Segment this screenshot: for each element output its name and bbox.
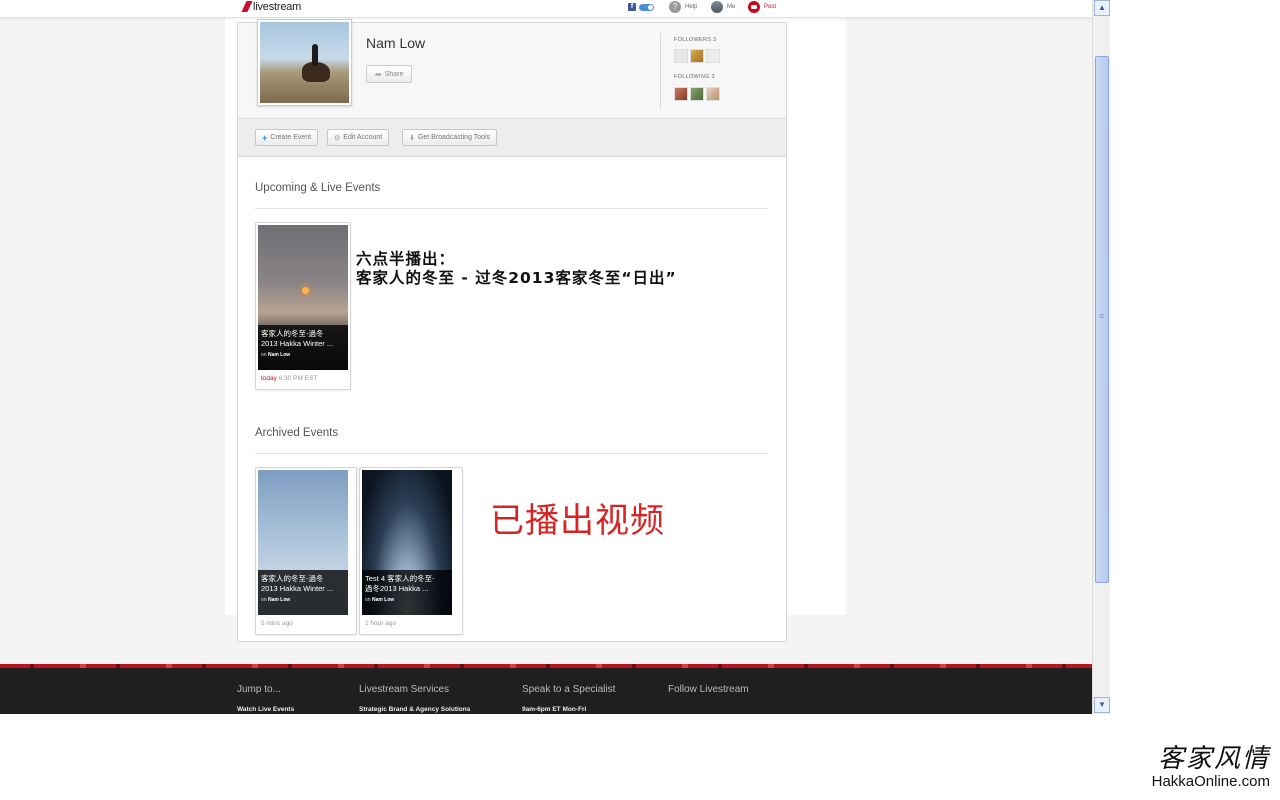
- footer-specialist-heading: Speak to a Specialist: [522, 684, 616, 695]
- user-avatar-icon: [711, 1, 723, 13]
- following-thumbnails: [674, 87, 720, 101]
- archived-section-title: Archived Events: [255, 427, 339, 439]
- watermark-chinese: 客家风情: [1157, 744, 1270, 774]
- footer-jump-to-heading: Jump to...: [237, 684, 281, 695]
- get-broadcasting-tools-button[interactable]: ⬇ Get Broadcasting Tools: [402, 129, 498, 146]
- get-tools-label: Get Broadcasting Tools: [417, 134, 491, 141]
- event-title-line1: 客家人的冬至-過冬: [261, 574, 324, 583]
- create-event-button[interactable]: + Create Event: [255, 129, 319, 146]
- event-title-line2: 2013 Hakka Winter ...: [261, 584, 334, 593]
- upcoming-event-card[interactable]: 客家人的冬至-過冬 2013 Hakka Winter ... on Nam L…: [255, 222, 351, 390]
- edit-account-button[interactable]: ⚙ Edit Account: [327, 129, 390, 146]
- footer-services-heading: Livestream Services: [359, 684, 450, 695]
- edit-account-label: Edit Account: [343, 134, 383, 141]
- follower-avatar[interactable]: [674, 49, 688, 63]
- event-thumbnail[interactable]: Test 4 客家人的冬至- 過冬2013 Hakka ... on Nam L…: [362, 470, 452, 615]
- site-watermark: 客家风情 HakkaOnline.com: [1152, 738, 1270, 790]
- plus-icon: +: [262, 132, 268, 143]
- top-navigation-bar: livestream f ? Help Me Post: [0, 0, 1092, 18]
- event-time: today 6:30 PM EST: [261, 375, 317, 382]
- logo-text: livestream: [253, 1, 302, 13]
- following-avatar[interactable]: [706, 87, 720, 101]
- help-menu[interactable]: ? Help: [669, 1, 697, 13]
- event-time-today: today: [261, 375, 277, 382]
- site-footer: Jump to... Watch Live Events Livestream …: [0, 664, 1092, 714]
- toggle-switch-icon: [639, 3, 654, 11]
- profile-card: Nam Low ➦ Share FOLLOWERS 3 FOLLOWING 3 …: [237, 19, 787, 642]
- followers-label[interactable]: FOLLOWERS 3: [674, 37, 716, 43]
- footer-hours-text: 9am-6pm ET Mon-Fri: [522, 706, 587, 713]
- event-time: 1 hour ago: [365, 620, 397, 627]
- footer-follow-heading: Follow Livestream: [668, 684, 749, 695]
- facebook-connect[interactable]: f: [628, 1, 654, 13]
- upcoming-section-title: Upcoming & Live Events: [255, 182, 381, 194]
- event-title-line2: 2013 Hakka Winter ...: [261, 339, 334, 348]
- following-avatar[interactable]: [674, 87, 688, 101]
- profile-photo-image: [260, 22, 349, 103]
- create-event-label: Create Event: [270, 134, 312, 141]
- followers-thumbnails: [674, 49, 720, 63]
- profile-name: Nam Low: [366, 35, 426, 51]
- scrollbar-thumb[interactable]: [1095, 56, 1109, 583]
- side-divider: [660, 33, 661, 109]
- event-title-line1: 客家人的冬至-過冬: [261, 329, 324, 338]
- me-menu[interactable]: Me: [711, 1, 735, 13]
- event-thumbnail[interactable]: 客家人的冬至-過冬 2013 Hakka Winter ... on Nam L…: [258, 225, 348, 370]
- event-title-line2: 過冬2013 Hakka ...: [365, 584, 429, 593]
- following-avatar[interactable]: [690, 87, 704, 101]
- event-owner: on Nam Low: [365, 597, 395, 603]
- event-description: 六点半播出： 客家人的冬至 - 过冬2013客家冬至“日出”: [356, 250, 677, 288]
- footer-brand-solutions-link[interactable]: Strategic Brand & Agency Solutions: [359, 706, 470, 713]
- event-overlay: 客家人的冬至-過冬 2013 Hakka Winter ... on Nam L…: [258, 570, 348, 615]
- profile-photo[interactable]: [257, 19, 352, 106]
- event-overlay: 客家人的冬至-過冬 2013 Hakka Winter ... on Nam L…: [258, 325, 348, 370]
- event-time-rest: 6:30 PM EST: [278, 375, 318, 382]
- livestream-logo-mark-icon: [241, 0, 253, 12]
- facebook-icon: f: [628, 3, 636, 11]
- archived-event-card[interactable]: 客家人的冬至-過冬 2013 Hakka Winter ... on Nam L…: [255, 467, 357, 635]
- footer-watch-live-link[interactable]: Watch Live Events: [237, 706, 294, 713]
- event-owner: on Nam Low: [261, 597, 291, 603]
- vertical-scrollbar[interactable]: ▲ ▼: [1092, 0, 1110, 714]
- watermark-english: HakkaOnline.com: [1151, 773, 1270, 790]
- help-icon: ?: [669, 1, 681, 13]
- section-divider: [255, 208, 768, 209]
- camera-icon: [748, 1, 760, 13]
- event-time: 5 mins ago: [261, 620, 293, 627]
- follower-avatar[interactable]: [706, 49, 720, 63]
- livestream-logo[interactable]: livestream: [241, 0, 302, 14]
- event-thumbnail[interactable]: 客家人的冬至-過冬 2013 Hakka Winter ... on Nam L…: [258, 470, 348, 615]
- post-button[interactable]: Post: [748, 1, 776, 13]
- event-owner: on Nam Low: [261, 352, 291, 358]
- rider-shape: [312, 44, 318, 66]
- share-arrow-icon: ➦: [375, 69, 382, 79]
- share-label: Share: [384, 70, 404, 78]
- archived-videos-note: 已播出视频: [490, 501, 665, 541]
- help-label: Help: [685, 4, 698, 10]
- gear-icon: ⚙: [334, 134, 341, 142]
- sun-shape: [302, 287, 309, 294]
- post-label: Post: [764, 4, 777, 10]
- action-bar: + Create Event ⚙ Edit Account ⬇ Get Broa…: [238, 119, 786, 157]
- share-button[interactable]: ➦ Share: [366, 65, 413, 83]
- section-divider: [255, 453, 768, 454]
- following-label[interactable]: FOLLOWING 3: [674, 74, 715, 80]
- event-overlay: Test 4 客家人的冬至- 過冬2013 Hakka ... on Nam L…: [362, 570, 452, 615]
- event-description-line2: 客家人的冬至 - 过冬2013客家冬至“日出”: [356, 269, 677, 287]
- browser-viewport: livestream f ? Help Me Post Nam Low ➦ Sh…: [0, 0, 1092, 714]
- follower-avatar[interactable]: [690, 49, 704, 63]
- download-icon: ⬇: [409, 134, 415, 142]
- event-description-line1: 六点半播出：: [356, 250, 456, 268]
- profile-header: Nam Low ➦ Share FOLLOWERS 3 FOLLOWING 3: [238, 19, 786, 119]
- me-label: Me: [727, 4, 736, 10]
- scroll-up-arrow-icon[interactable]: ▲: [1094, 0, 1110, 16]
- event-title-line1: Test 4 客家人的冬至-: [365, 574, 435, 583]
- scroll-down-arrow-icon[interactable]: ▼: [1094, 697, 1110, 713]
- archived-event-card[interactable]: Test 4 客家人的冬至- 過冬2013 Hakka ... on Nam L…: [359, 467, 463, 635]
